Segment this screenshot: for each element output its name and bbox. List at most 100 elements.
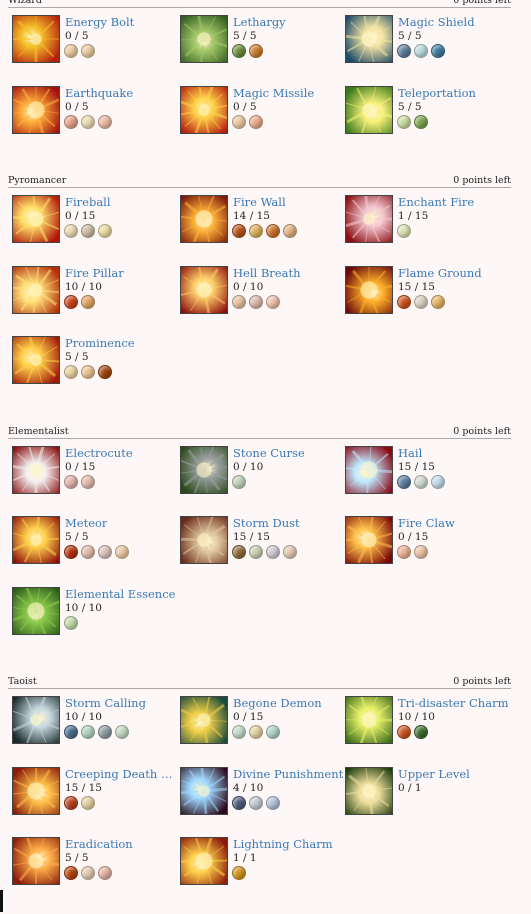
- divine-punishment-icon[interactable]: [180, 766, 228, 815]
- rune-orb-icon[interactable]: [249, 725, 263, 739]
- skill-name-link[interactable]: Stone Curse: [233, 446, 305, 460]
- skill-eradication[interactable]: Eradication 5 / 5: [8, 837, 173, 897]
- skill-fire-claw[interactable]: Fire Claw 0 / 15: [341, 516, 506, 576]
- rune-orb-icon[interactable]: [98, 114, 112, 129]
- rune-orb-icon[interactable]: [397, 725, 411, 739]
- earthquake-icon[interactable]: [12, 85, 60, 134]
- skill-electrocute[interactable]: Electrocute 0 / 15: [8, 445, 173, 506]
- rune-orb-icon[interactable]: [266, 545, 280, 559]
- rune-orb-icon[interactable]: [249, 795, 263, 810]
- skill-name-link[interactable]: Lightning Charm: [233, 837, 333, 851]
- energy-bolt-icon[interactable]: [12, 15, 60, 63]
- rune-orb-icon[interactable]: [64, 294, 78, 309]
- rune-orb-icon[interactable]: [81, 365, 95, 379]
- rune-orb-icon[interactable]: [98, 725, 112, 739]
- skill-fireball[interactable]: Fireball 0 / 15: [8, 195, 173, 255]
- rune-orb-icon[interactable]: [98, 545, 112, 559]
- rune-orb-icon[interactable]: [283, 224, 297, 238]
- skill-meteor[interactable]: Meteor 5 / 5: [8, 516, 173, 576]
- skill-name-link[interactable]: Flame Ground: [398, 266, 482, 280]
- rune-orb-icon[interactable]: [64, 725, 78, 739]
- rune-orb-icon[interactable]: [397, 294, 411, 309]
- fire-claw-icon[interactable]: [345, 516, 393, 564]
- fire-wall-icon[interactable]: [180, 195, 228, 243]
- stone-curse-icon[interactable]: [180, 445, 228, 494]
- rune-orb-icon[interactable]: [115, 545, 129, 559]
- skill-elemental-essence[interactable]: Elemental Essence 10 / 10: [8, 586, 175, 647]
- skill-name-link[interactable]: Enchant Fire: [398, 195, 474, 209]
- skill-prominence[interactable]: Prominence 5 / 5: [8, 336, 173, 396]
- skill-name-link[interactable]: Fireball: [65, 195, 111, 209]
- skill-teleportation[interactable]: Teleportation 5 / 5: [341, 85, 506, 146]
- rune-orb-icon[interactable]: [64, 365, 78, 379]
- rune-orb-icon[interactable]: [249, 44, 263, 58]
- skill-stone-curse[interactable]: Stone Curse 0 / 10: [176, 445, 341, 506]
- rune-orb-icon[interactable]: [64, 114, 78, 129]
- teleportation-icon[interactable]: [345, 85, 393, 134]
- skill-name-link[interactable]: Storm Dust: [233, 516, 300, 530]
- rune-orb-icon[interactable]: [98, 866, 112, 880]
- rune-orb-icon[interactable]: [81, 545, 95, 559]
- skill-name-link[interactable]: Hail: [398, 446, 422, 460]
- fireball-icon[interactable]: [12, 195, 60, 243]
- enchant-fire-icon[interactable]: [345, 195, 393, 243]
- rune-orb-icon[interactable]: [232, 545, 246, 559]
- rune-orb-icon[interactable]: [64, 795, 78, 810]
- rune-orb-icon[interactable]: [64, 545, 78, 559]
- rune-orb-icon[interactable]: [414, 294, 428, 309]
- rune-orb-icon[interactable]: [81, 294, 95, 309]
- skill-name-link[interactable]: Begone Demon: [233, 696, 322, 710]
- rune-orb-icon[interactable]: [98, 365, 112, 379]
- rune-orb-icon[interactable]: [232, 866, 246, 880]
- eradication-icon[interactable]: [12, 837, 60, 885]
- skill-name-link[interactable]: Elemental Essence: [65, 587, 175, 601]
- rune-orb-icon[interactable]: [81, 795, 95, 810]
- rune-orb-icon[interactable]: [81, 866, 95, 880]
- skill-magic-shield[interactable]: Magic Shield 5 / 5: [341, 15, 506, 75]
- rune-orb-icon[interactable]: [397, 224, 411, 238]
- rune-orb-icon[interactable]: [81, 114, 95, 129]
- skill-fire-wall[interactable]: Fire Wall 14 / 15: [176, 195, 341, 255]
- skill-name-link[interactable]: Creeping Death Cha...: [65, 767, 177, 781]
- rune-orb-icon[interactable]: [397, 474, 411, 489]
- storm-dust-icon[interactable]: [180, 516, 228, 564]
- skill-name-link[interactable]: Meteor: [65, 516, 107, 530]
- meteor-icon[interactable]: [12, 516, 60, 564]
- skill-storm-dust[interactable]: Storm Dust 15 / 15: [176, 516, 341, 576]
- skill-name-link[interactable]: Hell Breath: [233, 266, 300, 280]
- rune-orb-icon[interactable]: [81, 474, 95, 489]
- rune-orb-icon[interactable]: [249, 224, 263, 238]
- flame-ground-icon[interactable]: [345, 265, 393, 314]
- skill-name-link[interactable]: Fire Wall: [233, 195, 286, 209]
- skill-name-link[interactable]: Magic Shield: [398, 15, 475, 29]
- skill-name-link[interactable]: Earthquake: [65, 86, 133, 100]
- skill-magic-missile[interactable]: Magic Missile 0 / 5: [176, 85, 341, 146]
- skill-lethargy[interactable]: Lethargy 5 / 5: [176, 15, 341, 75]
- skill-name-link[interactable]: Magic Missile: [233, 86, 314, 100]
- electrocute-icon[interactable]: [12, 445, 60, 494]
- rune-orb-icon[interactable]: [431, 294, 445, 309]
- skill-enchant-fire[interactable]: Enchant Fire 1 / 15: [341, 195, 506, 255]
- skill-creeping-death-charm[interactable]: Creeping Death Cha...15 / 15: [8, 766, 177, 827]
- rune-orb-icon[interactable]: [397, 114, 411, 129]
- skill-earthquake[interactable]: Earthquake 0 / 5: [8, 85, 173, 146]
- skill-name-link[interactable]: Fire Pillar: [65, 266, 124, 280]
- lightning-charm-icon[interactable]: [180, 837, 228, 885]
- skill-name-link[interactable]: Upper Level: [398, 767, 470, 781]
- elemental-essence-icon[interactable]: [12, 586, 60, 635]
- rune-orb-icon[interactable]: [115, 725, 129, 739]
- skill-name-link[interactable]: Electrocute: [65, 446, 133, 460]
- rune-orb-icon[interactable]: [81, 44, 95, 58]
- skill-name-link[interactable]: Fire Claw: [398, 516, 455, 530]
- rune-orb-icon[interactable]: [64, 44, 78, 58]
- skill-name-link[interactable]: Eradication: [65, 837, 133, 851]
- upper-level-icon[interactable]: [345, 766, 393, 815]
- rune-orb-icon[interactable]: [81, 725, 95, 739]
- rune-orb-icon[interactable]: [64, 474, 78, 489]
- skill-fire-pillar[interactable]: Fire Pillar 10 / 10: [8, 265, 173, 326]
- rune-orb-icon[interactable]: [266, 224, 280, 238]
- magic-shield-icon[interactable]: [345, 15, 393, 63]
- rune-orb-icon[interactable]: [81, 224, 95, 238]
- skill-storm-calling[interactable]: Storm Calling 10 / 10: [8, 696, 173, 756]
- skill-energy-bolt[interactable]: Energy Bolt 0 / 5: [8, 15, 173, 75]
